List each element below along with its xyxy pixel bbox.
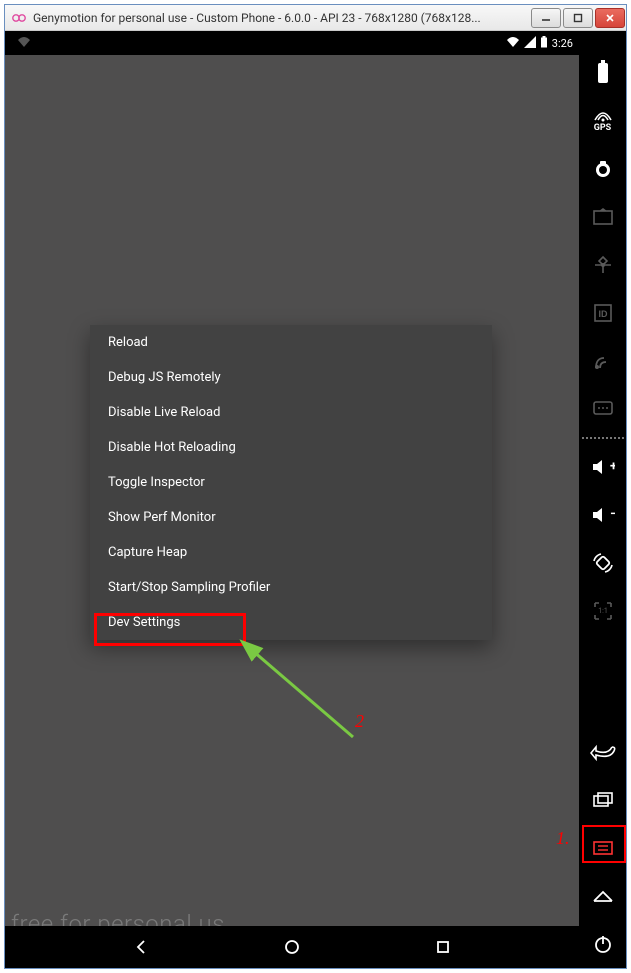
- window-title: Genymotion for personal use - Custom Pho…: [33, 11, 530, 25]
- toolbar-volume-down-button[interactable]: −: [579, 491, 626, 539]
- devmenu-capture-heap[interactable]: Capture Heap: [90, 535, 492, 570]
- toolbar-battery-button[interactable]: [579, 49, 626, 97]
- toolbar-camera-button[interactable]: [579, 145, 626, 193]
- devmenu-debug-js-remotely[interactable]: Debug JS Remotely: [90, 360, 492, 395]
- devmenu-start-stop-sampling-profiler[interactable]: Start/Stop Sampling Profiler: [90, 570, 492, 605]
- genymotion-app-icon: [11, 10, 27, 26]
- wifi-icon: [506, 36, 520, 51]
- react-native-dev-menu: Reload Debug JS Remotely Disable Live Re…: [90, 325, 492, 640]
- devmenu-disable-live-reload[interactable]: Disable Live Reload: [90, 395, 492, 430]
- toolbar-rotate-button[interactable]: [579, 539, 626, 587]
- svg-text:−: −: [610, 507, 615, 522]
- toolbar-gps-label: GPS: [594, 123, 611, 133]
- close-button[interactable]: [595, 8, 625, 28]
- annotation-arrow: [235, 635, 375, 755]
- statusbar-clock: 3:26: [552, 37, 573, 50]
- phone-viewport: 3:26 Reload Debug JS Remotely Disable Li…: [5, 31, 579, 968]
- toolbar-nav-back-button[interactable]: [579, 728, 626, 776]
- toolbar-remote-button[interactable]: [579, 241, 626, 289]
- toolbar-screencast-button[interactable]: [579, 193, 626, 241]
- genymotion-window: Genymotion for personal use - Custom Pho…: [4, 4, 627, 969]
- annotation-label-2: 2: [355, 711, 364, 732]
- nav-home-button[interactable]: [278, 933, 306, 961]
- toolbar-power-button[interactable]: [579, 920, 626, 968]
- toolbar-nav-home-button[interactable]: [579, 872, 626, 920]
- devmenu-show-perf-monitor[interactable]: Show Perf Monitor: [90, 500, 492, 535]
- signal-icon: [524, 36, 536, 51]
- devmenu-reload[interactable]: Reload: [90, 325, 492, 360]
- battery-icon: [540, 36, 548, 51]
- toolbar-sms-button[interactable]: [579, 385, 626, 433]
- toolbar-identifier-button[interactable]: ID: [579, 289, 626, 337]
- toolbar-pixel-perfect-button[interactable]: 1:1: [579, 587, 626, 635]
- devmenu-disable-hot-reloading[interactable]: Disable Hot Reloading: [90, 430, 492, 465]
- devmenu-dev-settings[interactable]: Dev Settings: [90, 605, 492, 640]
- toolbar-gps-button[interactable]: GPS: [579, 97, 626, 145]
- maximize-button[interactable]: [563, 8, 593, 28]
- nav-recents-button[interactable]: [429, 933, 457, 961]
- android-statusbar: 3:26: [5, 31, 579, 55]
- window-controls: [530, 8, 626, 28]
- nav-back-button[interactable]: [128, 933, 156, 961]
- svg-text:+: +: [610, 459, 615, 474]
- devmenu-toggle-inspector[interactable]: Toggle Inspector: [90, 465, 492, 500]
- workspace: 3:26 Reload Debug JS Remotely Disable Li…: [5, 31, 626, 968]
- minimize-button[interactable]: [531, 8, 561, 28]
- android-navbar: [5, 926, 579, 968]
- toolbar-menu-button[interactable]: [579, 824, 626, 872]
- toolbar-nav-recents-button[interactable]: [579, 776, 626, 824]
- genymotion-toolbar: GPS ID +: [579, 31, 626, 968]
- svg-text:1:1: 1:1: [598, 607, 608, 615]
- toolbar-volume-up-button[interactable]: +: [579, 443, 626, 491]
- toolbar-network-button[interactable]: [579, 337, 626, 385]
- toolbar-separator: [582, 437, 624, 439]
- wifi-dim-icon: [17, 36, 31, 51]
- window-titlebar: Genymotion for personal use - Custom Pho…: [5, 5, 626, 31]
- svg-text:ID: ID: [598, 309, 608, 319]
